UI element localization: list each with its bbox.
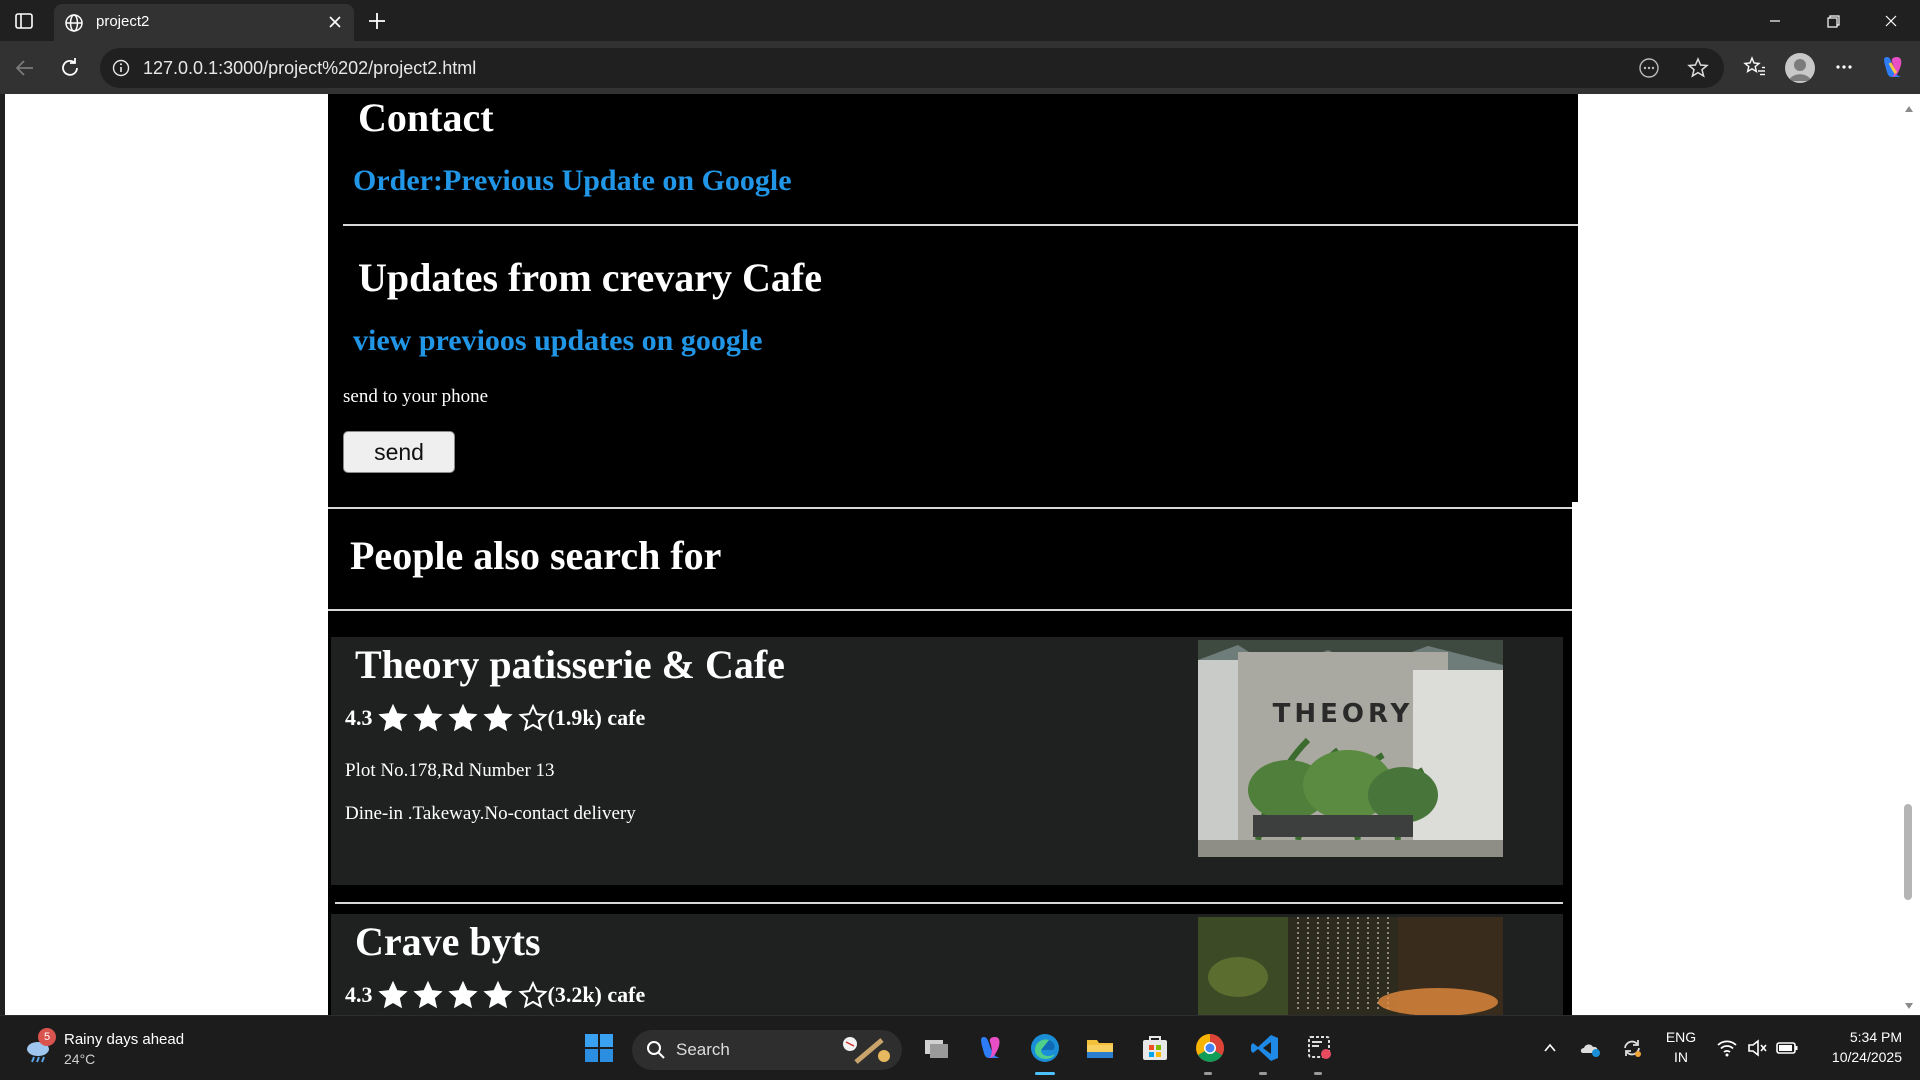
profile-avatar-icon[interactable]	[1785, 53, 1815, 83]
search-placeholder: Search	[676, 1040, 730, 1059]
cafe-photo[interactable]: THEORY	[1198, 640, 1503, 857]
scrollbar-thumb[interactable]	[1904, 804, 1912, 900]
weather-badge: 5	[38, 1028, 56, 1046]
star-filled-icon	[377, 703, 408, 732]
edge-browser-icon[interactable]	[1027, 1030, 1063, 1066]
chrome-icon[interactable]	[1192, 1030, 1228, 1066]
send-button[interactable]: send	[343, 431, 455, 473]
people-also-search-section: People also search for Theory patisserie…	[328, 502, 1572, 1015]
weather-title[interactable]: Rainy days ahead	[64, 1031, 184, 1048]
tab-project2[interactable]: project2	[54, 4, 354, 41]
contact-heading: Contact	[358, 95, 494, 140]
restore-icon[interactable]	[1820, 8, 1846, 34]
scroll-up-icon[interactable]	[1903, 100, 1915, 112]
file-explorer-icon[interactable]	[1082, 1030, 1118, 1066]
search-icon	[646, 1040, 666, 1060]
microsoft-store-icon[interactable]	[1137, 1030, 1173, 1066]
star-rating	[373, 703, 548, 733]
rating-row: 4.3 (3.2k) cafe	[345, 980, 645, 1010]
onedrive-icon[interactable]	[1575, 1030, 1605, 1066]
favorite-star-icon[interactable]	[1686, 56, 1710, 80]
new-tab-icon[interactable]	[364, 8, 390, 34]
weather-temp: 24°C	[64, 1051, 96, 1067]
wifi-icon[interactable]	[1713, 1030, 1741, 1066]
star-filled-icon	[482, 703, 513, 732]
windows-start-icon[interactable]	[581, 1030, 617, 1066]
cafe-name[interactable]: Theory patisserie & Cafe	[355, 641, 785, 688]
close-window-icon[interactable]	[1878, 8, 1904, 34]
taskbar-search[interactable]: Search	[632, 1030, 902, 1070]
copilot-icon[interactable]	[1878, 53, 1906, 81]
photo-sign-text: THEORY	[1273, 699, 1414, 729]
address-bar[interactable]: 127.0.0.1:3000/project%202/project2.html	[100, 48, 1724, 88]
more-options-icon[interactable]	[1830, 53, 1858, 81]
star-filled-icon	[447, 703, 478, 732]
star-filled-icon	[447, 980, 478, 1009]
browser-toolbar: 127.0.0.1:3000/project%202/project2.html	[0, 41, 1920, 94]
star-outline-icon	[517, 980, 548, 1009]
cafe-card[interactable]: Crave byts 4.3 (3.2k) cafe	[331, 914, 1563, 1015]
favorites-icon[interactable]	[1741, 53, 1769, 81]
cafe-photo[interactable]	[1198, 917, 1503, 1015]
clock-date[interactable]: 10/24/2025	[1812, 1049, 1902, 1065]
tab-actions-icon[interactable]	[12, 9, 36, 33]
language-indicator-top[interactable]: ENG	[1663, 1029, 1699, 1045]
chevron-up-icon[interactable]	[1535, 1030, 1565, 1066]
globe-icon	[64, 13, 84, 33]
divider	[328, 609, 1572, 611]
review-count: (3.2k) cafe	[547, 982, 646, 1007]
active-app-indicator	[1035, 1072, 1055, 1075]
windows-taskbar: 5 Rainy days ahead 24°C Search ENG IN 5:…	[0, 1015, 1920, 1080]
updates-link[interactable]: view previoos updates on google	[353, 324, 762, 358]
star-rating	[373, 980, 548, 1010]
back-icon[interactable]	[12, 55, 38, 81]
copilot-app-icon[interactable]	[972, 1030, 1008, 1066]
cafe-name[interactable]: Crave byts	[355, 918, 541, 965]
tab-title: project2	[96, 13, 150, 30]
cafe-card[interactable]: Theory patisserie & Cafe 4.3 (1.9k) cafe…	[331, 637, 1563, 885]
star-filled-icon	[412, 980, 443, 1009]
url-text[interactable]: 127.0.0.1:3000/project%202/project2.html	[143, 58, 476, 79]
star-filled-icon	[482, 980, 513, 1009]
vscode-icon[interactable]	[1247, 1030, 1283, 1066]
cafe-address: Plot No.178,Rd Number 13	[345, 760, 555, 781]
review-count: (1.9k) cafe	[547, 705, 646, 730]
star-filled-icon	[377, 980, 408, 1009]
updates-heading: Updates from crevary Cafe	[358, 255, 822, 300]
site-info-icon[interactable]	[112, 59, 130, 77]
send-label: send to your phone	[343, 386, 489, 407]
language-indicator-bottom[interactable]: IN	[1663, 1049, 1699, 1065]
rating-row: 4.3 (1.9k) cafe	[345, 703, 645, 733]
star-filled-icon	[412, 703, 443, 732]
running-app-indicator	[1314, 1072, 1322, 1075]
people-also-search-heading: People also search for	[350, 533, 722, 578]
reload-icon[interactable]	[57, 55, 83, 81]
search-highlight-icon	[842, 1036, 892, 1064]
rating-value: 4.3	[345, 705, 373, 730]
close-tab-icon[interactable]	[326, 13, 344, 31]
rating-value: 4.3	[345, 982, 373, 1007]
scroll-down-icon[interactable]	[1903, 997, 1915, 1009]
minimize-icon[interactable]	[1762, 8, 1788, 34]
task-view-icon[interactable]	[918, 1030, 954, 1066]
battery-icon[interactable]	[1773, 1030, 1801, 1066]
page-viewport: Contact Order:Previous Update on Google …	[5, 94, 1898, 1015]
tab-bar: project2	[0, 0, 1920, 41]
volume-muted-icon[interactable]	[1743, 1030, 1771, 1066]
running-app-indicator	[1204, 1072, 1212, 1075]
contact-section: Contact Order:Previous Update on Google …	[328, 94, 1578, 502]
snipping-tool-icon[interactable]	[1302, 1030, 1338, 1066]
divider	[335, 902, 1563, 904]
order-link[interactable]: Order:Previous Update on Google	[353, 164, 792, 198]
running-app-indicator	[1259, 1072, 1267, 1075]
sync-icon[interactable]	[1617, 1030, 1647, 1066]
divider	[343, 224, 1578, 226]
page-scrollbar[interactable]	[1898, 94, 1920, 1015]
cafe-services: Dine-in .Takeway.No-contact delivery	[345, 803, 636, 824]
divider	[328, 507, 1572, 509]
clock-time[interactable]: 5:34 PM	[1812, 1029, 1902, 1045]
immersive-reader-icon[interactable]	[1638, 57, 1660, 79]
star-outline-icon	[517, 703, 548, 732]
